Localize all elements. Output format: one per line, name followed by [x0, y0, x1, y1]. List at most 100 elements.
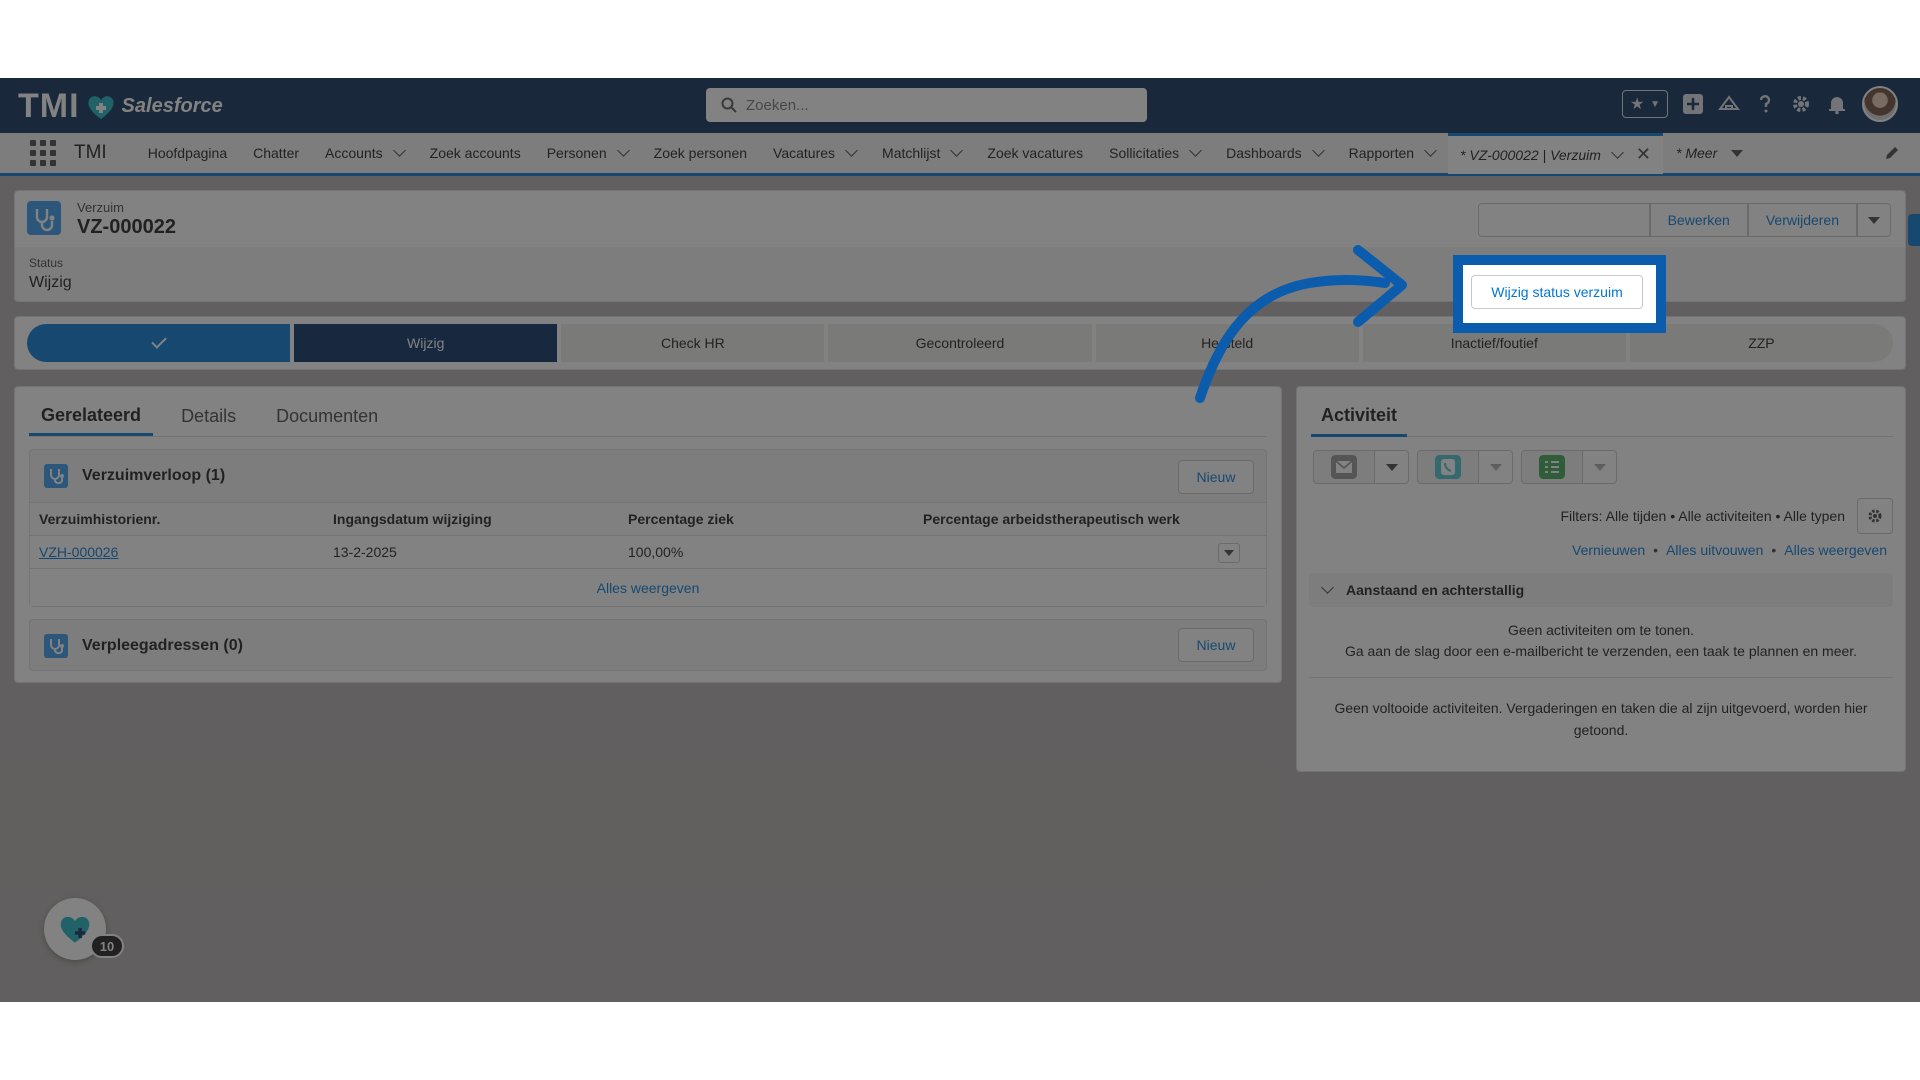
app-launcher-icon[interactable] [30, 140, 56, 166]
upcoming-title: Aanstaand en achterstallig [1346, 582, 1525, 598]
stethoscope-icon [27, 201, 61, 235]
upcoming-overdue-section[interactable]: Aanstaand en achterstallig [1309, 573, 1893, 607]
notifications-bell-icon[interactable] [1826, 93, 1848, 115]
callout-arrow-icon [1195, 245, 1407, 403]
activity-link[interactable]: Alles weergeven [1784, 542, 1887, 558]
card-title: Verzuimverloop (1) [82, 467, 226, 484]
heart-logo-icon [87, 95, 114, 119]
nav-more-menu[interactable]: * Meer [1663, 133, 1756, 173]
tab-related[interactable]: Documenten [264, 397, 390, 436]
call-dropdown[interactable] [1479, 450, 1513, 484]
edit-button[interactable]: Bewerken [1649, 203, 1748, 237]
global-search-input[interactable]: Zoeken... [706, 88, 1147, 122]
nav-item[interactable]: Personen [534, 133, 641, 173]
new-history-button[interactable]: Nieuw [1178, 460, 1254, 494]
activity-link[interactable]: Vernieuwen [1572, 542, 1645, 558]
tab-active-record[interactable]: * VZ-000022 | Verzuim ✕ [1448, 132, 1663, 174]
change-status-button-underlay[interactable] [1477, 203, 1650, 237]
utility-side-handle[interactable] [1908, 214, 1920, 246]
path-step[interactable]: ZZP [1629, 324, 1893, 362]
nav-item[interactable]: Sollicitaties [1096, 133, 1213, 173]
nav-item[interactable]: Zoek accounts [417, 133, 534, 173]
related-panel: Gerelateerd Details Documenten Verzuimverl… [14, 386, 1282, 683]
tab-related[interactable]: Gerelateerd [29, 397, 154, 436]
search-icon [721, 97, 737, 113]
verpleegadressen-card: Verpleegadressen (0) Nieuw [29, 619, 1267, 671]
column-header[interactable]: Percentage arbeidstherapeutisch werk [914, 511, 1266, 527]
path-step[interactable]: Check HR [561, 324, 825, 362]
new-task-button[interactable] [1521, 450, 1583, 484]
log-call-button[interactable] [1417, 450, 1479, 484]
close-icon[interactable]: ✕ [1636, 144, 1651, 165]
delete-button[interactable]: Verwijderen [1747, 203, 1857, 237]
nav-item-label: Personen [546, 145, 607, 161]
task-action[interactable] [1521, 450, 1617, 484]
path-step[interactable] [27, 324, 291, 362]
logo-text: TMI [18, 87, 80, 125]
setup-gear-icon[interactable] [1790, 93, 1812, 115]
nav-item[interactable]: Dashboards [1213, 133, 1336, 173]
change-status-button[interactable]: Wijzig status verzuim [1471, 275, 1643, 309]
chevron-down-icon[interactable] [392, 144, 406, 157]
divider [1309, 677, 1893, 678]
nav-item[interactable]: Matchlijst [869, 133, 974, 173]
nav-item[interactable]: Accounts [312, 133, 417, 173]
column-header[interactable]: Percentage ziek [619, 511, 914, 527]
view-all-link[interactable]: Alles weergeven [30, 568, 1266, 606]
user-avatar[interactable] [1862, 86, 1898, 122]
activity-link[interactable]: Alles uitvouwen [1666, 542, 1763, 558]
chevron-down-icon[interactable] [950, 144, 964, 157]
chevron-down-icon[interactable] [1311, 144, 1325, 157]
app-screen: TMI Salesforce Zoeken... ★ ▼ TMI Hoofdpag… [0, 78, 1920, 1002]
nav-item-label: Sollicitaties [1109, 145, 1180, 161]
nav-item-label: Hoofdpagina [147, 145, 228, 161]
status-label: Status [29, 256, 64, 270]
column-header[interactable]: Verzuimhistorienr. [30, 511, 324, 527]
history-record-link[interactable]: VZH-000026 [30, 544, 324, 560]
path-step[interactable]: Gecontroleerd [828, 324, 1092, 362]
row-actions-button[interactable] [1218, 543, 1240, 563]
tmi-salesforce-logo[interactable]: TMI Salesforce [18, 87, 223, 126]
filter-settings-button[interactable] [1857, 498, 1893, 534]
chevron-down-icon[interactable] [1189, 144, 1203, 157]
new-nursing-address-button[interactable]: Nieuw [1178, 628, 1254, 662]
nav-item[interactable]: Zoek personen [641, 133, 760, 173]
search-placeholder: Zoeken... [746, 96, 809, 114]
favorites-icon[interactable]: ★ ▼ [1622, 90, 1668, 118]
chevron-down-icon[interactable] [616, 144, 630, 157]
email-button[interactable] [1313, 450, 1375, 484]
nav-item-label: Zoek accounts [429, 145, 521, 161]
record-link-text[interactable]: VZH-000026 [39, 544, 118, 560]
column-header[interactable]: Ingangsdatum wijziging [324, 511, 619, 527]
card-header: Verpleegadressen (0) Nieuw [30, 620, 1266, 672]
tab-related[interactable]: Details [169, 397, 248, 436]
more-actions-button[interactable] [1857, 203, 1891, 237]
email-dropdown[interactable] [1375, 450, 1409, 484]
notification-count-badge: 10 [90, 934, 124, 958]
call-action[interactable] [1417, 450, 1513, 484]
header-utility-icons: ★ ▼ [1622, 86, 1898, 122]
nav-item[interactable]: Vacatures [760, 133, 869, 173]
table-body: VZH-000026 13-2-2025 100,00% [30, 535, 1266, 568]
email-action[interactable] [1313, 450, 1409, 484]
logo-brand: Salesforce [121, 95, 223, 117]
global-actions-icon[interactable] [1682, 93, 1704, 115]
help-icon[interactable] [1754, 93, 1776, 115]
caret-down-icon [1489, 463, 1502, 471]
edit-nav-pencil-icon[interactable] [1884, 145, 1900, 161]
chevron-down-icon[interactable] [1611, 145, 1624, 159]
nav-item[interactable]: Chatter [240, 133, 312, 173]
nav-items: Hoofdpagina Chatter Accounts Zoek accounts P… [135, 133, 1448, 173]
stethoscope-icon [44, 464, 68, 488]
path-step[interactable]: Wijzig [294, 324, 558, 362]
nav-item[interactable]: Hoofdpagina [135, 133, 240, 173]
nav-item[interactable]: Zoek vacatures [974, 133, 1096, 173]
task-dropdown[interactable] [1583, 450, 1617, 484]
nav-item[interactable]: Rapporten [1336, 133, 1448, 173]
app-name: TMI [74, 142, 107, 163]
heart-plus-icon [60, 916, 90, 943]
chevron-down-icon[interactable] [845, 144, 858, 157]
trailhead-icon[interactable] [1718, 93, 1740, 115]
table-cell: 13-2-2025 [333, 544, 397, 560]
chevron-down-icon[interactable] [1424, 144, 1437, 157]
